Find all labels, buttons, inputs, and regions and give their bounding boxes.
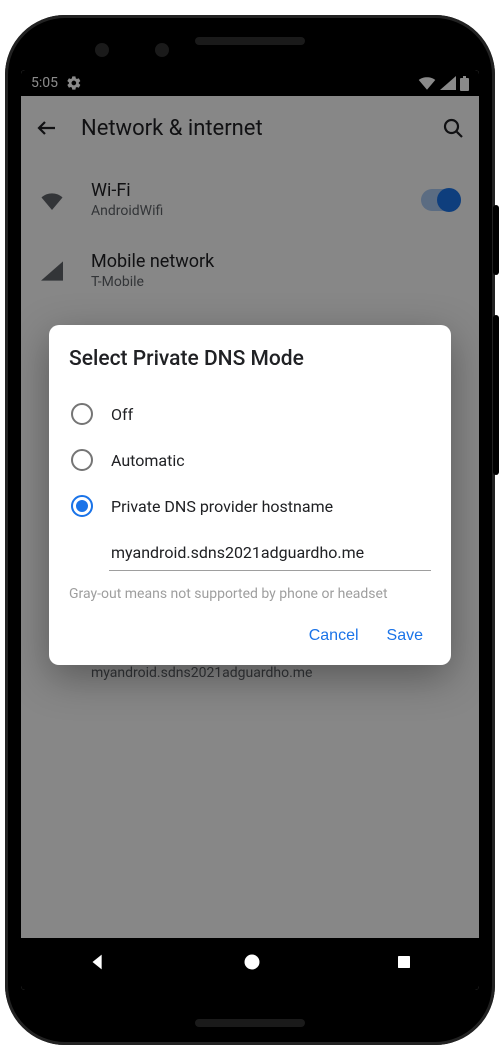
back-button[interactable] (33, 114, 61, 142)
dialog-title: Select Private DNS Mode (69, 347, 431, 371)
gear-icon (66, 75, 82, 91)
mobile-network-row[interactable]: Mobile network T-Mobile (21, 235, 479, 306)
nav-home-icon[interactable] (242, 952, 262, 976)
wifi-sub: AndroidWifi (91, 203, 395, 219)
wifi-switch[interactable] (421, 189, 461, 211)
wifi-status-icon (418, 76, 436, 90)
page-title: Network & internet (81, 116, 419, 141)
radio-hostname-button[interactable] (71, 495, 93, 517)
app-bar: Network & internet (21, 96, 479, 160)
mobile-label: Mobile network (91, 251, 461, 272)
status-bar: 5:05 (21, 70, 479, 96)
cell-signal-icon (440, 76, 456, 90)
radio-hostname[interactable]: Private DNS provider hostname (69, 483, 431, 529)
radio-off[interactable]: Off (69, 391, 431, 437)
cell-icon (39, 261, 65, 281)
cancel-button[interactable]: Cancel (309, 627, 359, 645)
radio-off-button[interactable] (71, 403, 93, 425)
wifi-label: Wi-Fi (91, 180, 395, 201)
radio-hostname-label: Private DNS provider hostname (111, 497, 333, 516)
save-button[interactable]: Save (387, 627, 423, 645)
radio-automatic[interactable]: Automatic (69, 437, 431, 483)
mobile-sub: T-Mobile (91, 274, 461, 290)
radio-automatic-label: Automatic (111, 451, 185, 470)
status-time: 5:05 (31, 75, 58, 91)
private-dns-dialog: Select Private DNS Mode Off Automatic Pr… (49, 325, 451, 665)
navigation-bar (21, 938, 479, 990)
wifi-row[interactable]: Wi-Fi AndroidWifi (21, 164, 479, 235)
dns-sub: myandroid.sdns2021adguardho.me (91, 665, 461, 681)
nav-back-icon[interactable] (87, 951, 109, 977)
hostname-input[interactable] (109, 537, 431, 571)
nav-recent-icon[interactable] (395, 953, 413, 975)
search-button[interactable] (439, 114, 467, 142)
dialog-hint: Gray-out means not supported by phone or… (69, 585, 431, 605)
wifi-icon (39, 190, 65, 210)
radio-off-label: Off (111, 405, 133, 424)
battery-icon (460, 76, 469, 91)
radio-automatic-button[interactable] (71, 449, 93, 471)
